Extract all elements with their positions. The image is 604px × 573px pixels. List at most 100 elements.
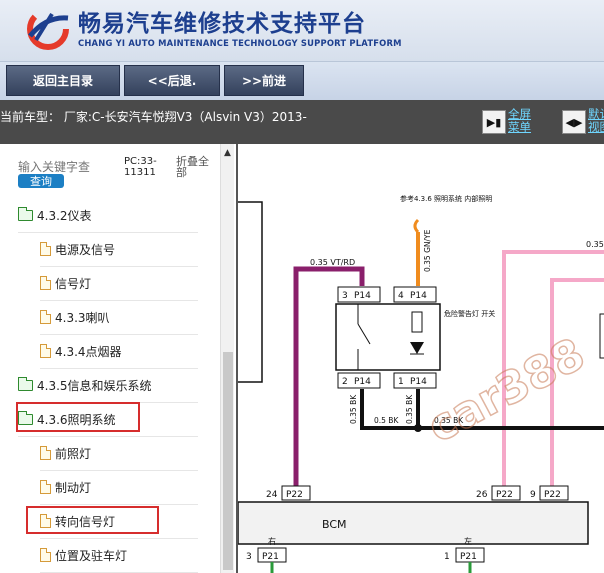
scroll-up-icon[interactable]: ▲ [224,148,231,158]
wire-label-vt-rd: 0.35 VT/RD [310,258,355,267]
bcm-label: BCM [322,518,347,531]
home-button[interactable]: 返回主目录 [6,65,120,96]
forward-button[interactable]: >>前进 [224,65,304,96]
collapse-all-link[interactable]: 折叠全部 [176,156,214,178]
pin-p21-3: 3 [246,552,252,562]
left-label: 左 [464,536,472,546]
tree-item-label: 前照灯 [55,446,92,461]
row-separator [40,538,198,539]
pin-p22-9: 9 [530,490,536,500]
clipped-component-left [238,201,263,383]
search-button[interactable]: 查询 [18,174,64,188]
pin-p22-26: 26 [476,490,488,500]
tree-item-label: 制动灯 [55,480,92,495]
back-button[interactable]: <<后退. [124,65,220,96]
wire-label-035: 0.35 [586,240,604,249]
clipped-component-right [599,313,604,359]
tree-item[interactable]: 4.3.2仪表 [18,200,92,230]
wire-label-bk-2: 0.35 BK [405,394,414,424]
brand-subtitle: CHANG YI AUTO MAINTENANCE TECHNOLOGY SUP… [78,38,402,48]
right-label: 右 [268,536,276,546]
tree-item-label: 信号灯 [55,276,92,291]
connector-p14-1-name: P14 [410,377,427,387]
pin-p14-1: 1 [398,377,404,387]
splice-point [414,424,422,432]
tree-item-label: 4.3.4点烟器 [55,344,122,359]
tree-item-label: 4.3.5信息和娱乐系统 [37,378,152,393]
watermark-text: car388 [420,329,593,454]
bcm-module [238,501,589,545]
default-view-link[interactable]: 默认视图 [588,108,604,134]
row-separator [40,300,198,301]
document-icon [40,548,51,562]
pc-code: PC:33-11311 [124,156,157,178]
folder-icon [18,376,33,391]
switch-contact [357,323,371,345]
connector-p14-4-name: P14 [410,291,427,301]
pin-p21-1: 1 [444,552,450,562]
folder-icon [18,206,33,221]
tree-item-label: 位置及驻车灯 [55,548,128,563]
highlight-lighting-system [16,402,140,432]
document-icon [40,310,51,324]
row-separator [40,266,198,267]
tree-item-label: 4.3.3喇叭 [55,310,110,325]
highlight-turn-signal [26,506,159,534]
row-separator [40,470,198,471]
scroll-thumb[interactable] [223,352,233,570]
nav-toolbar: 返回主目录 <<后退. >>前进 [0,62,604,100]
tree-item[interactable]: 前照灯 [40,438,91,468]
tree-item-label: 4.3.2仪表 [37,208,92,223]
led-diode-icon [410,342,424,354]
connector-p22-a-name: P22 [286,490,303,500]
wiring-diagram: 0.35 VT/RD 参考4.3.6 照明系统 内部照明 0.35 GN/YE … [236,144,604,573]
row-separator [18,436,198,437]
document-icon [40,242,51,256]
tree-item[interactable]: 4.3.3喇叭 [40,302,110,332]
resistor [411,311,423,333]
wire-orange-break [413,218,420,234]
split-view-icon[interactable]: ◀▶ [562,110,586,134]
tree-item-label: 电源及信号 [55,242,116,257]
document-icon [40,344,51,358]
switch-label: 危险警告灯 开关 [444,309,495,318]
fullscreen-icon[interactable]: ▶▮ [482,110,506,134]
logo-icon [27,8,69,50]
sidebar: 查询 PC:33-11311 折叠全部 4.3.2仪表电源及信号信号灯 4.3.3… [0,144,236,573]
wire-label-bk-3: 0.5 BK [374,416,399,425]
connector-p14-3-name: P14 [354,291,371,301]
vehicle-bar: 当前车型： 厂家:C-长安汽车悦翔V3（Alsvin V3）2013- ▶▮ 全… [0,100,604,144]
wire-label-gn-ye: 0.35 GN/YE [423,229,432,272]
connector-p21-a-name: P21 [262,552,279,562]
document-icon [40,480,51,494]
tree-item[interactable]: 位置及驻车灯 [40,540,127,570]
connector-p22-b-name: P22 [496,490,513,500]
wire-label-bk-1: 0.35 BK [349,394,358,424]
brand-title: 畅易汽车维修技术支持平台 [78,11,366,37]
wiring-diagram-svg: 0.35 VT/RD 参考4.3.6 照明系统 内部照明 0.35 GN/YE … [238,194,604,573]
pin-p22-24: 24 [266,490,278,500]
tree-item[interactable]: 电源及信号 [40,234,115,264]
tree-item[interactable]: 4.3.5信息和娱乐系统 [18,370,152,400]
tree-item[interactable]: 制动灯 [40,472,91,502]
hazard-switch-box [335,303,441,371]
document-icon [40,446,51,460]
row-separator [40,334,198,335]
row-separator [40,504,198,505]
app-window: 畅易汽车维修技术支持平台 CHANG YI AUTO MAINTENANCE T… [0,0,604,573]
tree-item[interactable]: 信号灯 [40,268,91,298]
row-separator [40,368,198,369]
pin-p14-4: 4 [398,291,404,301]
app-header: 畅易汽车维修技术支持平台 CHANG YI AUTO MAINTENANCE T… [0,0,604,62]
connector-p21-b-name: P21 [460,552,477,562]
current-vehicle: 当前车型： 厂家:C-长安汽车悦翔V3（Alsvin V3）2013- [0,110,307,124]
sidebar-scrollbar[interactable]: ▲ [220,144,234,573]
pin-p14-3: 3 [342,291,348,301]
row-separator [18,232,198,233]
tree-item[interactable]: 4.3.4点烟器 [40,336,122,366]
pin-p14-2: 2 [342,377,348,387]
ref-note: 参考4.3.6 照明系统 内部照明 [400,194,492,203]
search-area: 查询 PC:33-11311 折叠全部 [0,144,220,196]
fullscreen-menu-link[interactable]: 全屏菜单 [508,108,540,134]
document-icon [40,276,51,290]
